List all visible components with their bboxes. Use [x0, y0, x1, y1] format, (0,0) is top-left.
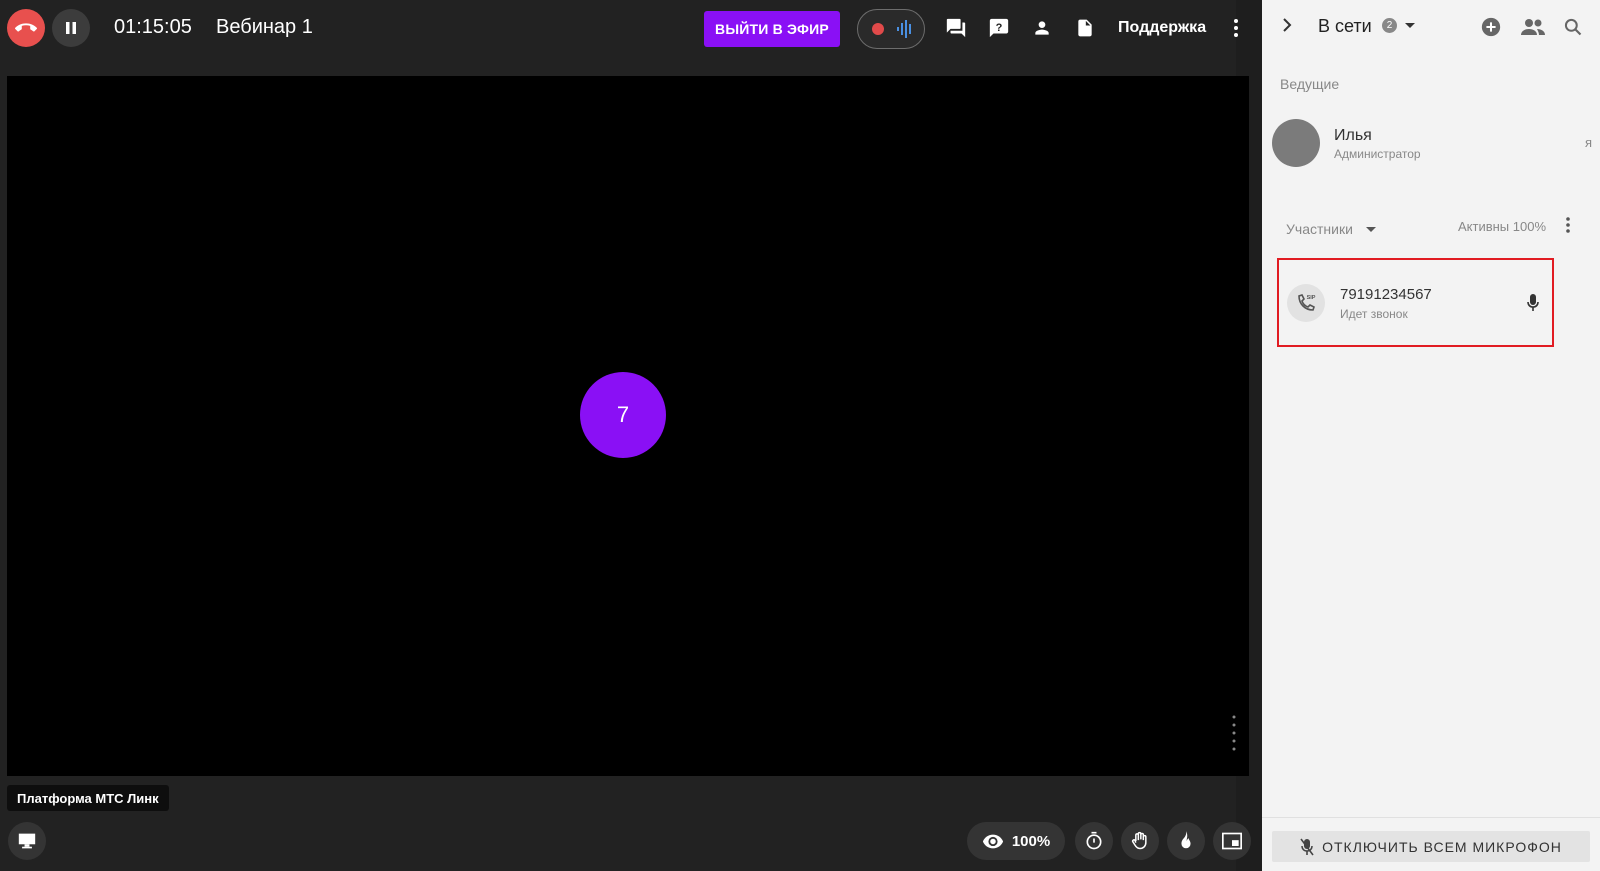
- participant-list-item[interactable]: SIP 79191234567 Идет звонок: [1277, 258, 1554, 347]
- group-icon: [1521, 19, 1545, 35]
- host-name: Илья: [1334, 127, 1372, 144]
- search-button[interactable]: [1561, 15, 1585, 39]
- online-count-badge: 2: [1382, 18, 1397, 33]
- mute-all-label: ОТКЛЮЧИТЬ ВСЕМ МИКРОФОН: [1322, 838, 1562, 855]
- end-call-icon: [15, 23, 37, 32]
- participants-button[interactable]: [1028, 14, 1056, 42]
- chevron-down-icon[interactable]: [1404, 22, 1416, 30]
- sip-avatar: SIP: [1287, 284, 1325, 322]
- speaker-avatar: 7: [580, 372, 666, 458]
- webinar-timer: 01:15:05: [114, 16, 192, 38]
- timer-button[interactable]: [1075, 822, 1113, 860]
- host-role: Администратор: [1334, 147, 1421, 161]
- hand-icon: [1131, 831, 1147, 850]
- active-percent-label: Активны 100%: [1458, 219, 1547, 234]
- current-user-marker: я: [1584, 135, 1592, 150]
- more-menu-button[interactable]: [1228, 14, 1244, 42]
- questions-button[interactable]: ?: [985, 14, 1013, 42]
- question-icon: ?: [989, 18, 1009, 38]
- recording-toggle[interactable]: [857, 9, 925, 49]
- host-list-item[interactable]: Илья Администратор я: [1272, 118, 1592, 168]
- chat-button[interactable]: [942, 14, 970, 42]
- add-button[interactable]: [1479, 15, 1503, 39]
- panel-footer: ОТКЛЮЧИТЬ ВСЕМ МИКРОФОН: [1262, 817, 1600, 871]
- hosts-section-label: Ведущие: [1280, 76, 1340, 92]
- audio-wave-icon: [897, 20, 911, 38]
- svg-text:SIP: SIP: [1307, 295, 1316, 301]
- collapse-panel-icon[interactable]: [1280, 16, 1294, 34]
- end-call-button[interactable]: [7, 9, 45, 47]
- svg-text:?: ?: [996, 22, 1003, 34]
- pause-button[interactable]: [52, 9, 90, 47]
- viewers-percent: 100%: [1011, 832, 1051, 850]
- picture-in-picture-icon: [1222, 832, 1242, 850]
- chevron-down-icon[interactable]: [1365, 226, 1377, 234]
- screen-share-button[interactable]: [8, 822, 46, 860]
- chat-icon: [946, 18, 966, 38]
- video-drag-handle-icon[interactable]: [1231, 714, 1237, 754]
- mute-all-button[interactable]: ОТКЛЮЧИТЬ ВСЕМ МИКРОФОН: [1272, 831, 1590, 862]
- video-overlay: 7: [7, 76, 1249, 776]
- monitor-icon: [18, 833, 36, 849]
- pause-icon: [66, 22, 76, 34]
- person-icon: [1035, 21, 1049, 35]
- sip-phone-icon: SIP: [1298, 294, 1316, 311]
- more-vertical-icon: [1234, 19, 1238, 37]
- avatar: [1272, 119, 1320, 167]
- panel-title: В сети: [1318, 16, 1372, 36]
- fire-icon: [1181, 831, 1191, 849]
- document-icon: [1078, 19, 1092, 37]
- webinar-title: Вебинар 1: [216, 16, 313, 38]
- viewers-indicator[interactable]: 100%: [967, 822, 1065, 860]
- go-live-button[interactable]: ВЫЙТИ В ЭФИР: [704, 11, 840, 47]
- stopwatch-icon: [1086, 831, 1102, 850]
- support-link[interactable]: Поддержка: [1118, 19, 1206, 37]
- participants-panel: В сети 2 Ведущие Илья Администратор я Уч…: [1262, 0, 1600, 871]
- participant-number: 79191234567: [1340, 286, 1432, 303]
- participants-filter[interactable]: Участники: [1286, 221, 1353, 237]
- reactions-button[interactable]: [1167, 822, 1205, 860]
- record-icon: [872, 23, 884, 35]
- platform-label: Платформа МТС Линк: [7, 785, 169, 811]
- group-button[interactable]: [1518, 15, 1548, 39]
- participant-status: Идет звонок: [1340, 307, 1408, 321]
- add-circle-icon: [1481, 17, 1501, 37]
- raise-hand-button[interactable]: [1121, 822, 1159, 860]
- more-vertical-icon[interactable]: [1565, 216, 1571, 234]
- webinar-stage: 01:15:05 Вебинар 1 ВЫЙТИ В ЭФИР ? Поддер…: [0, 0, 1251, 871]
- microphone-icon[interactable]: [1526, 293, 1540, 313]
- search-icon: [1564, 18, 1582, 36]
- layout-button[interactable]: [1213, 822, 1251, 860]
- top-toolbar: 01:15:05 Вебинар 1 ВЫЙТИ В ЭФИР ? Поддер…: [0, 0, 1238, 56]
- mic-off-icon: [1300, 838, 1314, 855]
- files-button[interactable]: [1071, 14, 1099, 42]
- panel-header: В сети 2: [1262, 0, 1600, 52]
- eye-icon: [982, 834, 1003, 849]
